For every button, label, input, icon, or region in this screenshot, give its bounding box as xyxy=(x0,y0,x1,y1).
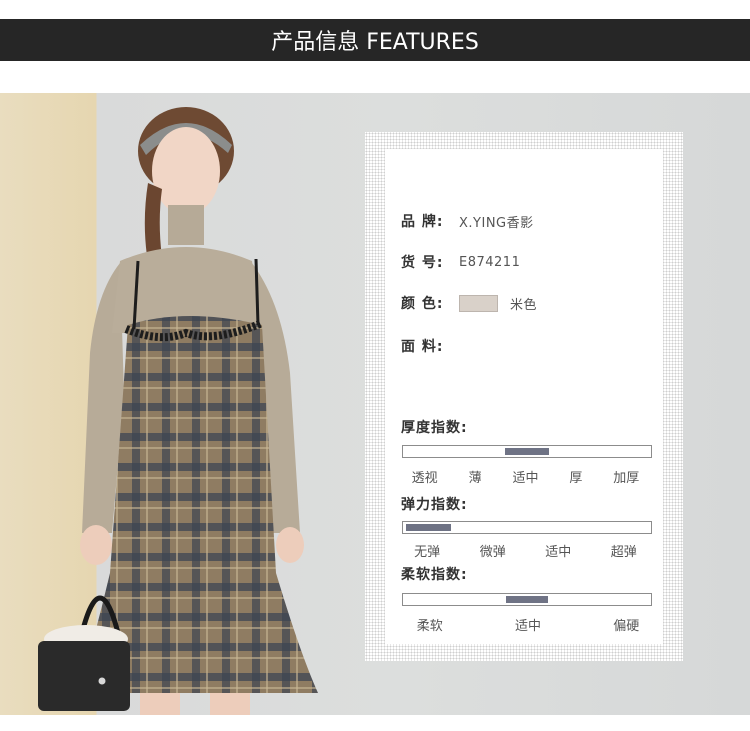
softness-option-soft: 柔软 xyxy=(416,619,443,634)
color-label: 颜 色: xyxy=(401,296,444,312)
softness-indicator xyxy=(505,596,549,603)
brand-label: 品 牌: xyxy=(401,214,444,230)
product-info-panel: 品 牌: X.YING香影 货 号: E874211 颜 色: 米色 面 料: … xyxy=(385,149,663,644)
brand-value: X.YING香影 xyxy=(459,215,534,231)
sku-label: 货 号: xyxy=(401,255,444,271)
elasticity-index-title: 弹力指数: xyxy=(401,497,468,513)
softness-option-firm: 偏硬 xyxy=(613,619,640,634)
elasticity-scale: 无弹 微弹 适中 超弹 xyxy=(402,541,654,560)
product-info-card: 品 牌: X.YING香影 货 号: E874211 颜 色: 米色 面 料: … xyxy=(365,132,683,661)
elasticity-track xyxy=(402,521,652,534)
elasticity-option-none: 无弹 xyxy=(414,545,441,560)
softness-scale: 柔软 适中 偏硬 xyxy=(402,615,654,634)
softness-option-medium: 适中 xyxy=(514,619,542,634)
header-title: 产品信息 FEATURES xyxy=(271,30,479,55)
header-bar: 产品信息 FEATURES xyxy=(0,19,750,61)
color-swatch xyxy=(459,294,498,312)
thickness-option-medium: 适中 xyxy=(512,471,539,486)
thickness-scale: 透视 薄 适中 厚 加厚 xyxy=(402,467,654,486)
thickness-option-thick: 厚 xyxy=(569,471,583,486)
color-name: 米色 xyxy=(510,297,538,313)
color-row: 颜 色: 米色 xyxy=(401,293,537,313)
fabric-label: 面 料: xyxy=(401,339,444,355)
elasticity-option-super: 超弹 xyxy=(610,545,637,560)
brand-row: 品 牌: X.YING香影 xyxy=(401,211,534,231)
softness-track xyxy=(402,593,652,606)
thickness-index-title: 厚度指数: xyxy=(401,420,468,436)
fabric-row: 面 料: xyxy=(401,336,459,356)
thickness-option-thin: 薄 xyxy=(468,471,482,486)
thickness-track xyxy=(402,445,652,458)
thickness-option-extra-thick: 加厚 xyxy=(613,471,640,486)
elasticity-option-medium: 适中 xyxy=(545,545,572,560)
softness-index-title: 柔软指数: xyxy=(401,567,468,583)
elasticity-indicator xyxy=(406,524,451,531)
elasticity-option-slight: 微弹 xyxy=(479,545,506,560)
thickness-option-see-through: 透视 xyxy=(411,471,438,486)
thickness-indicator xyxy=(504,448,550,455)
sku-value: E874211 xyxy=(459,254,521,270)
sku-row: 货 号: E874211 xyxy=(401,252,520,272)
